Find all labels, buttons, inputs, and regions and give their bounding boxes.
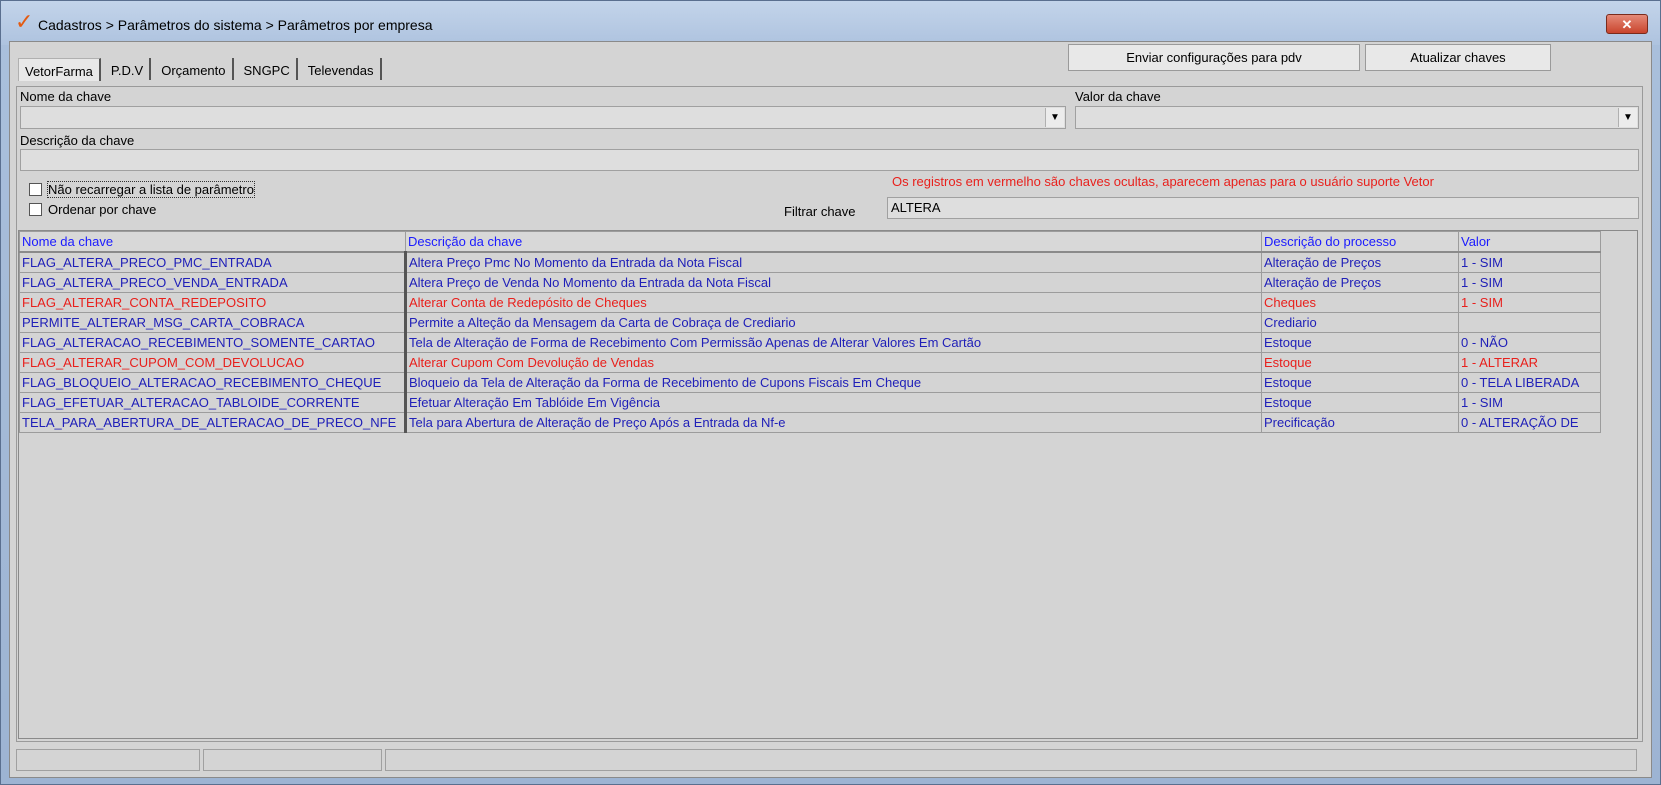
cell-process-desc[interactable]: Estoque [1261,372,1459,393]
key-desc-label: Descrição da chave [20,133,135,148]
cell-key-name[interactable]: FLAG_ALTERA_PRECO_VENDA_ENTRADA [19,272,407,293]
tab-televendas[interactable]: Televendas [302,58,382,80]
main-window: ✓ Cadastros > Parâmetros do sistema > Pa… [0,0,1661,785]
status-bar [10,747,1651,777]
table-row[interactable]: TELA_PARA_ABERTURA_DE_ALTERACAO_DE_PRECO… [19,412,1601,433]
cell-value[interactable]: 1 - SIM [1458,251,1601,273]
cell-value[interactable]: 1 - SIM [1458,272,1601,293]
filter-input[interactable]: ALTERA [887,197,1639,219]
table-row[interactable]: PERMITE_ALTERAR_MSG_CARTA_COBRACA Permite… [19,312,1601,333]
key-name-combo[interactable]: ▼ [20,106,1066,129]
tab-orcamento[interactable]: Orçamento [155,58,234,80]
cell-key-desc[interactable]: Tela para Abertura de Alteração de Preço… [405,412,1262,433]
key-value-label: Valor da chave [1075,89,1161,104]
table-row[interactable]: FLAG_EFETUAR_ALTERACAO_TABLOIDE_CORRENTE… [19,392,1601,413]
cell-value[interactable]: 1 - SIM [1458,392,1601,413]
order-by-key-label[interactable]: Ordenar por chave [48,202,156,217]
parameters-grid[interactable]: Nome da chave Descrição da chave Descriç… [18,230,1638,739]
key-desc-field[interactable] [20,149,1639,171]
cell-key-desc[interactable]: Altera Preço de Venda No Momento da Entr… [405,272,1262,293]
chevron-down-icon[interactable]: ▼ [1618,108,1637,127]
client-area: VetorFarma P.D.V Orçamento SNGPC Televen… [9,41,1652,778]
col-header-process-desc[interactable]: Descrição do processo [1261,231,1459,253]
cell-key-desc[interactable]: Bloqueio da Tela de Alteração da Forma d… [405,372,1262,393]
tab-strip: VetorFarma P.D.V Orçamento SNGPC Televen… [18,58,386,82]
close-button[interactable]: ✕ [1606,14,1648,34]
cell-key-desc[interactable]: Alterar Cupom Com Devolução de Vendas [405,352,1262,373]
cell-key-name[interactable]: TELA_PARA_ABERTURA_DE_ALTERACAO_DE_PRECO… [19,412,407,433]
cell-process-desc[interactable]: Alteração de Preços [1261,251,1459,273]
app-logo-icon: ✓ [15,10,34,35]
cell-process-desc[interactable]: Cheques [1261,292,1459,313]
filter-label: Filtrar chave [784,204,856,219]
cell-key-name[interactable]: FLAG_ALTERACAO_RECEBIMENTO_SOMENTE_CARTA… [19,332,407,353]
parameters-panel: Nome da chave ▼ Valor da chave ▼ Descriç… [16,86,1643,742]
cell-process-desc[interactable]: Alteração de Preços [1261,272,1459,293]
chevron-down-icon[interactable]: ▼ [1045,108,1064,127]
col-header-key-name[interactable]: Nome da chave [19,231,406,253]
cell-key-desc[interactable]: Permite a Alteção da Mensagem da Carta d… [405,312,1262,333]
cell-key-name[interactable]: FLAG_EFETUAR_ALTERACAO_TABLOIDE_CORRENTE [19,392,407,413]
no-reload-checkbox[interactable] [29,183,42,196]
cell-key-desc[interactable]: Alterar Conta de Redepósito de Cheques [405,292,1262,313]
table-row[interactable]: FLAG_ALTERACAO_RECEBIMENTO_SOMENTE_CARTA… [19,332,1601,353]
cell-key-name[interactable]: FLAG_ALTERA_PRECO_PMC_ENTRADA [19,251,407,273]
refresh-keys-button[interactable]: Atualizar chaves [1365,44,1551,71]
cell-key-desc[interactable]: Efetuar Alteração Em Tablóide Em Vigênci… [405,392,1262,413]
send-config-button[interactable]: Enviar configurações para pdv [1068,44,1360,71]
cell-value[interactable] [1458,312,1601,333]
tab-sngpc[interactable]: SNGPC [238,58,298,80]
tab-pdv[interactable]: P.D.V [105,58,152,80]
cell-process-desc[interactable]: Estoque [1261,332,1459,353]
no-reload-label[interactable]: Não recarregar a lista de parâmetro [47,181,255,198]
cell-process-desc[interactable]: Estoque [1261,352,1459,373]
key-value-combo[interactable]: ▼ [1075,106,1639,129]
cell-key-name[interactable]: FLAG_ALTERAR_CUPOM_COM_DEVOLUCAO [19,352,407,373]
cell-key-name[interactable]: FLAG_ALTERAR_CONTA_REDEPOSITO [19,292,407,313]
status-panel-3 [385,749,1637,771]
cell-key-name[interactable]: FLAG_BLOQUEIO_ALTERACAO_RECEBIMENTO_CHEQ… [19,372,407,393]
parameters-table: Nome da chave Descrição da chave Descriç… [19,231,1601,433]
table-row[interactable]: FLAG_BLOQUEIO_ALTERACAO_RECEBIMENTO_CHEQ… [19,372,1601,393]
cell-value[interactable]: 0 - ALTERAÇÃO DE [1458,412,1601,433]
status-panel-2 [203,749,382,771]
table-header-row: Nome da chave Descrição da chave Descriç… [19,231,1601,253]
col-header-key-desc[interactable]: Descrição da chave [405,231,1262,253]
key-name-label: Nome da chave [20,89,112,104]
cell-key-name[interactable]: PERMITE_ALTERAR_MSG_CARTA_COBRACA [19,312,407,333]
order-by-key-checkbox[interactable] [29,203,42,216]
cell-key-desc[interactable]: Altera Preço Pmc No Momento da Entrada d… [405,251,1262,273]
table-row[interactable]: FLAG_ALTERAR_CONTA_REDEPOSITO Alterar Con… [19,292,1601,313]
cell-process-desc[interactable]: Estoque [1261,392,1459,413]
cell-value[interactable]: 1 - ALTERAR [1458,352,1601,373]
cell-process-desc[interactable]: Precificação [1261,412,1459,433]
tab-vetorfarma[interactable]: VetorFarma [18,58,101,81]
status-panel-1 [16,749,200,771]
cell-key-desc[interactable]: Tela de Alteração de Forma de Recebiment… [405,332,1262,353]
cell-value[interactable]: 1 - SIM [1458,292,1601,313]
cell-value[interactable]: 0 - TELA LIBERADA [1458,372,1601,393]
table-row[interactable]: FLAG_ALTERA_PRECO_VENDA_ENTRADA Altera Pr… [19,272,1601,293]
cell-process-desc[interactable]: Crediario [1261,312,1459,333]
hidden-keys-notice: Os registros em vermelho são chaves ocul… [892,174,1434,189]
cell-value[interactable]: 0 - NÃO [1458,332,1601,353]
window-title: Cadastros > Parâmetros do sistema > Parâ… [38,17,433,33]
table-row[interactable]: FLAG_ALTERAR_CUPOM_COM_DEVOLUCAO Alterar … [19,352,1601,373]
title-bar[interactable]: ✓ Cadastros > Parâmetros do sistema > Pa… [1,1,1660,45]
col-header-value[interactable]: Valor [1458,231,1601,253]
table-row[interactable]: FLAG_ALTERA_PRECO_PMC_ENTRADA Altera Preç… [19,251,1601,273]
